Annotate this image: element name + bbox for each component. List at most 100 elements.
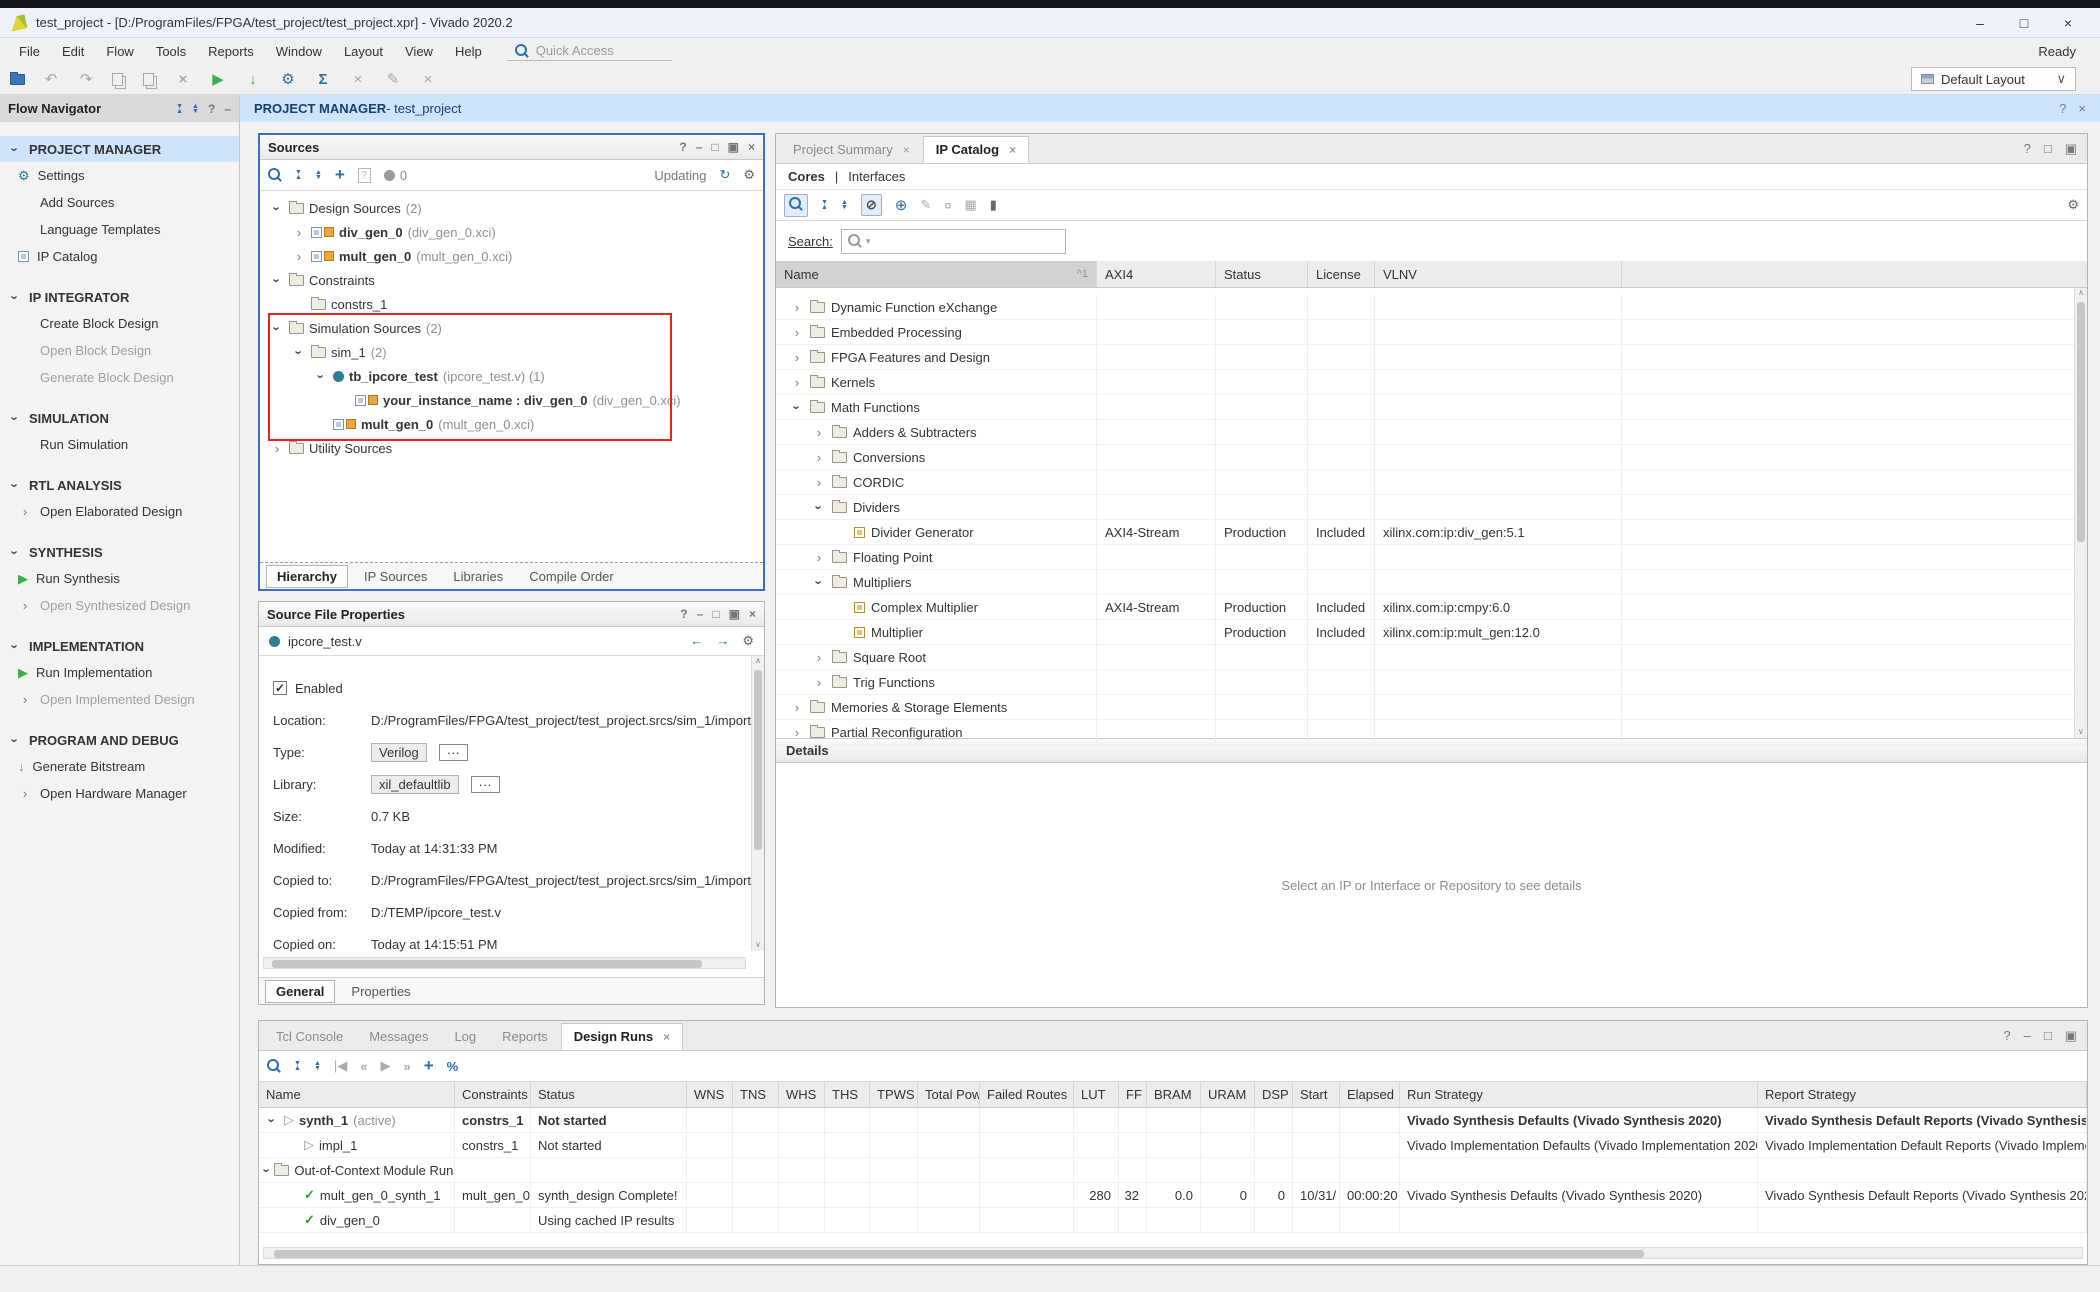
chevron-collapsed-icon[interactable]: ›: [292, 225, 306, 240]
search-icon[interactable]: [268, 168, 282, 182]
abort-icon[interactable]: ×: [349, 71, 367, 88]
chevron-expanded-icon[interactable]: ›: [8, 545, 23, 559]
column-header-start[interactable]: Start: [1293, 1082, 1340, 1107]
collapse-all-icon[interactable]: ▼ ▲: [821, 200, 828, 210]
column-header-tpws[interactable]: TPWS: [870, 1082, 918, 1107]
flow-item-generate-block-design[interactable]: Generate Block Design: [0, 364, 239, 391]
close-icon[interactable]: ×: [749, 607, 756, 621]
tab-messages[interactable]: Messages: [356, 1023, 441, 1050]
minimize-button[interactable]: –: [1958, 15, 2002, 31]
ip-row-complex-multiplier[interactable]: Complex MultiplierAXI4-StreamProductionI…: [776, 595, 2087, 620]
generate-bitstream-icon[interactable]: ↓: [244, 71, 262, 88]
tab-libraries[interactable]: Libraries: [443, 566, 513, 587]
column-header-constraints[interactable]: Constraints: [455, 1082, 531, 1107]
ip-row-memories-storage-elements[interactable]: ›Memories & Storage Elements: [776, 695, 2087, 720]
tree-row-constraints[interactable]: ›Constraints: [260, 268, 763, 292]
column-header-dsp[interactable]: DSP: [1255, 1082, 1293, 1107]
chevron-expanded-icon[interactable]: ›: [812, 500, 827, 514]
chevron-collapsed-icon[interactable]: ›: [812, 650, 826, 665]
minimize-panel-icon[interactable]: –: [224, 102, 231, 116]
column-header-license[interactable]: License: [1308, 261, 1375, 287]
tab-ip-catalog[interactable]: IP Catalog×: [923, 136, 1029, 163]
ip-search-input[interactable]: ▾: [841, 229, 1066, 254]
menu-reports[interactable]: Reports: [197, 41, 265, 62]
minimize-icon[interactable]: –: [696, 140, 703, 154]
run-row-synth-1[interactable]: ›▷synth_1 (active)constrs_1Not startedVi…: [259, 1108, 2087, 1133]
chevron-expanded-icon[interactable]: ›: [8, 142, 23, 156]
maximize-icon[interactable]: □: [2044, 1028, 2052, 1044]
tab-hierarchy[interactable]: Hierarchy: [266, 565, 348, 588]
maximize-icon[interactable]: □: [711, 140, 718, 154]
customize-ip-icon[interactable]: ✎: [920, 197, 931, 213]
copy-icon[interactable]: [112, 73, 123, 86]
expand-all-icon[interactable]: ▲ ▼: [315, 170, 322, 180]
collapse-all-icon[interactable]: ▼ ▲: [294, 1061, 301, 1071]
chevron-collapsed-icon[interactable]: ›: [812, 475, 826, 490]
column-header-ff[interactable]: FF: [1119, 1082, 1147, 1107]
subtab-interfaces[interactable]: Interfaces: [848, 169, 905, 184]
column-header-uram[interactable]: URAM: [1201, 1082, 1255, 1107]
redo-icon[interactable]: ↷: [77, 70, 95, 88]
tree-row-div-gen-0[interactable]: ›div_gen_0 (div_gen_0.xci): [260, 220, 763, 244]
close-tab-icon[interactable]: ×: [663, 1030, 670, 1044]
chevron-expanded-icon[interactable]: ›: [8, 639, 23, 653]
flow-item-create-block-design[interactable]: Create Block Design: [0, 310, 239, 337]
column-header-bram[interactable]: BRAM: [1147, 1082, 1201, 1107]
percent-icon[interactable]: %: [447, 1059, 459, 1074]
flow-item-ip-catalog[interactable]: IP Catalog: [0, 243, 239, 270]
flow-item-open-block-design[interactable]: Open Block Design: [0, 337, 239, 364]
expand-all-icon[interactable]: ▲ ▼: [192, 104, 199, 114]
delete-icon[interactable]: ×: [174, 71, 192, 88]
close-tab-icon[interactable]: ×: [903, 143, 910, 157]
ip-row-embedded-processing[interactable]: ›Embedded Processing: [776, 320, 2087, 345]
forward-arrow-icon[interactable]: →: [716, 633, 729, 649]
flow-item-language-templates[interactable]: Language Templates: [0, 216, 239, 243]
ellipsis-button[interactable]: ···: [439, 744, 468, 761]
chevron-collapsed-icon[interactable]: ›: [812, 450, 826, 465]
chevron-collapsed-icon[interactable]: ›: [790, 300, 804, 315]
chevron-collapsed-icon[interactable]: ›: [790, 325, 804, 340]
ellipsis-button[interactable]: ···: [471, 776, 500, 793]
search-icon[interactable]: [267, 1059, 281, 1073]
chevron-expanded-icon[interactable]: ›: [260, 1168, 275, 1172]
tab-compile-order[interactable]: Compile Order: [519, 566, 624, 587]
tree-row-constrs-1[interactable]: constrs_1: [260, 292, 763, 316]
column-header-total-power[interactable]: Total Power: [918, 1082, 980, 1107]
tab-log[interactable]: Log: [441, 1023, 489, 1050]
subtab-cores[interactable]: Cores: [788, 169, 825, 184]
ip-row-conversions[interactable]: ›Conversions: [776, 445, 2087, 470]
gear-icon[interactable]: ⚙: [742, 633, 754, 649]
menu-layout[interactable]: Layout: [333, 41, 394, 62]
ip-row-cordic[interactable]: ›CORDIC: [776, 470, 2087, 495]
gear-icon[interactable]: ⚙: [2067, 197, 2079, 213]
horizontal-scrollbar[interactable]: [263, 957, 746, 969]
chevron-expanded-icon[interactable]: ›: [265, 1113, 280, 1127]
column-header-whs[interactable]: WHS: [779, 1082, 825, 1107]
flow-item-open-synthesized-design[interactable]: ›Open Synthesized Design: [0, 592, 239, 619]
tree-row-mult-gen-0[interactable]: ›mult_gen_0 (mult_gen_0.xci): [260, 244, 763, 268]
float-icon[interactable]: ▣: [2065, 1028, 2077, 1044]
chevron-collapsed-icon[interactable]: ›: [270, 441, 284, 456]
column-header-wns[interactable]: WNS: [687, 1082, 733, 1107]
tree-row-mult-gen-0[interactable]: mult_gen_0 (mult_gen_0.xci): [260, 412, 763, 436]
flow-item-run-synthesis[interactable]: ▶Run Synthesis: [0, 565, 239, 592]
help-icon[interactable]: ?: [2059, 101, 2066, 116]
flow-section-header-2[interactable]: ›SIMULATION: [0, 405, 239, 431]
layout-selector[interactable]: Default Layout ∨: [1911, 67, 2076, 91]
flow-item-run-simulation[interactable]: Run Simulation: [0, 431, 239, 458]
tree-row-tb-ipcore-test[interactable]: ›tb_ipcore_test (ipcore_test.v) (1): [260, 364, 763, 388]
maximize-icon[interactable]: □: [712, 607, 719, 621]
edit-icon[interactable]: ✎: [384, 70, 402, 88]
chevron-collapsed-icon[interactable]: ›: [812, 675, 826, 690]
chevron-expanded-icon[interactable]: ›: [270, 321, 285, 335]
maximize-icon[interactable]: □: [2044, 141, 2052, 157]
tab-properties[interactable]: Properties: [341, 981, 420, 1002]
chevron-collapsed-icon[interactable]: ›: [18, 598, 32, 613]
chevron-collapsed-icon[interactable]: ›: [790, 375, 804, 390]
column-header-vlnv[interactable]: VLNV: [1375, 261, 1622, 287]
ip-row-dividers[interactable]: ›Dividers: [776, 495, 2087, 520]
run-row-div-gen-0[interactable]: ✓div_gen_0Using cached IP results: [259, 1208, 2087, 1233]
close-icon[interactable]: ×: [748, 140, 755, 154]
chip-icon[interactable]: ▦: [965, 197, 977, 213]
menu-flow[interactable]: Flow: [95, 41, 144, 62]
